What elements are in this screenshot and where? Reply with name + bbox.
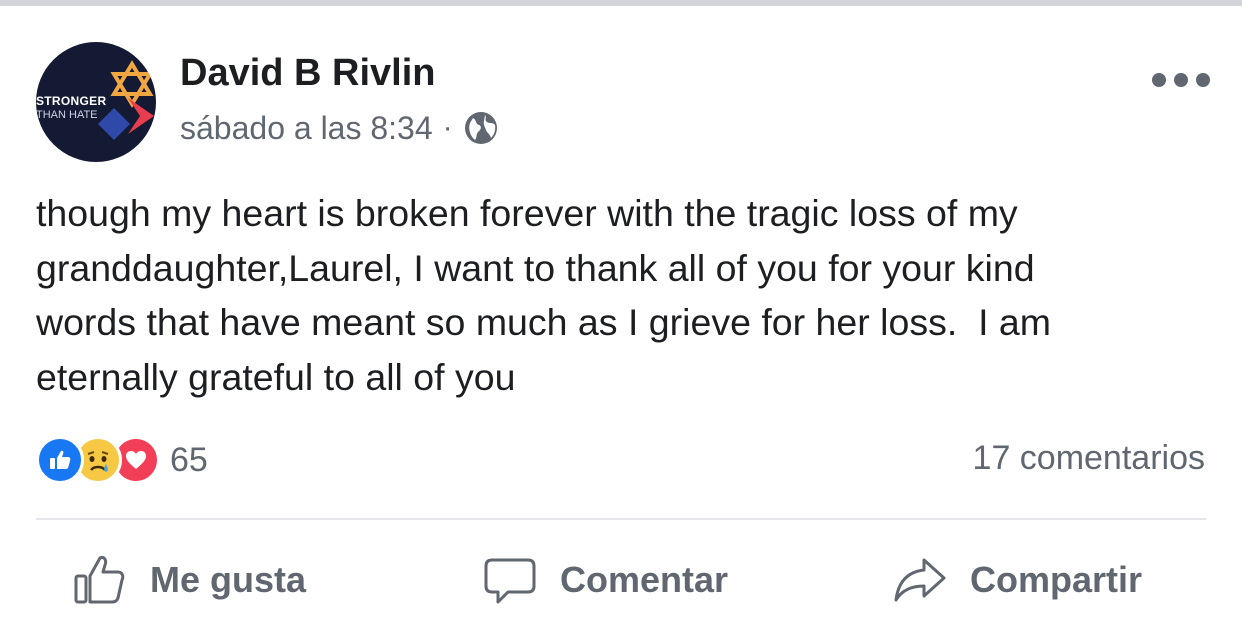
meta-separator: · bbox=[442, 111, 453, 144]
comments-count-link[interactable]: 17 comentarios bbox=[973, 439, 1205, 478]
more-options-icon[interactable] bbox=[1152, 62, 1210, 98]
like-reaction-icon bbox=[36, 436, 84, 484]
comment-button[interactable]: Comentar bbox=[482, 548, 728, 612]
avatar-text-line1: STRONGER bbox=[36, 94, 107, 108]
post-actions-bar: Me gusta Comentar Compartir bbox=[0, 548, 1242, 612]
avatar[interactable]: STRONGER THAN HATE bbox=[36, 42, 156, 162]
actions-divider bbox=[36, 518, 1206, 520]
comment-button-label: Comentar bbox=[560, 559, 729, 600]
post-timestamp[interactable]: sábado a las 8:34 bbox=[180, 110, 433, 147]
reaction-count: 65 bbox=[170, 440, 208, 479]
like-button-label: Me gusta bbox=[150, 559, 307, 600]
thumbs-up-icon bbox=[74, 556, 125, 604]
share-button-label: Compartir bbox=[970, 559, 1143, 600]
facebook-post: STRONGER THAN HATE David B Rivlin sábado… bbox=[0, 0, 1242, 625]
avatar-text-line2: THAN HATE bbox=[36, 109, 98, 121]
author-name[interactable]: David B Rivlin bbox=[180, 52, 436, 95]
reactions-summary[interactable]: 65 bbox=[36, 435, 208, 485]
more-dot bbox=[1196, 73, 1210, 87]
share-button[interactable]: Compartir bbox=[892, 548, 1142, 612]
comment-bubble-icon bbox=[484, 558, 536, 604]
post-meta: sábado a las 8:34 · bbox=[180, 108, 499, 148]
like-button[interactable]: Me gusta bbox=[72, 548, 306, 612]
post-message: though my heart is broken forever with t… bbox=[36, 192, 1052, 398]
share-arrow-icon bbox=[894, 558, 946, 602]
more-dot bbox=[1174, 73, 1188, 87]
globe-icon[interactable] bbox=[463, 110, 499, 146]
more-dot bbox=[1152, 73, 1166, 87]
